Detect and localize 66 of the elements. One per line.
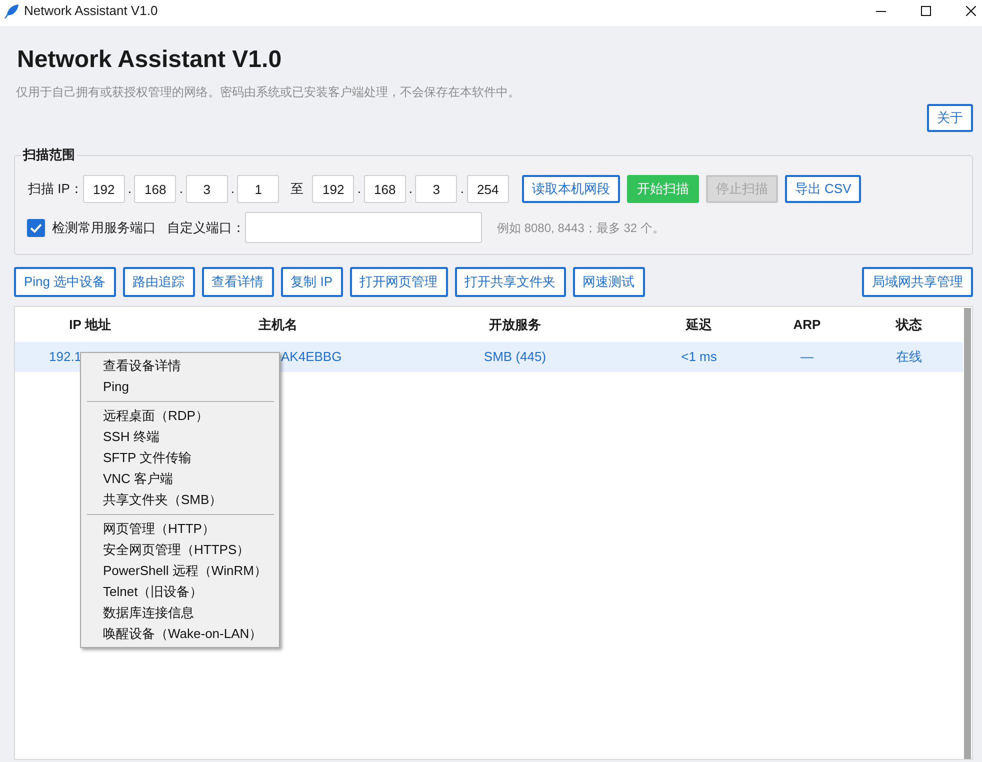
table-cell[interactable]: 192.1: [15, 342, 80, 372]
ip-dot: .: [459, 180, 465, 198]
column-header[interactable]: 开放服务: [391, 308, 639, 342]
menu-item[interactable]: Ping: [81, 376, 279, 397]
toolbar-button[interactable]: 打开共享文件夹: [454, 267, 566, 297]
ip-label: 扫描 IP：: [28, 180, 83, 198]
ip-octet-field[interactable]: 168: [364, 175, 406, 203]
ip-dot: .: [356, 180, 362, 198]
custom-ports-label: 自定义端口：: [167, 218, 245, 237]
column-header[interactable]: 状态: [855, 308, 963, 342]
table-cell[interactable]: <1 ms: [639, 342, 759, 372]
scrollbar[interactable]: [964, 308, 971, 759]
ip-dot: .: [230, 180, 236, 198]
toolbar-button[interactable]: 查看详情: [202, 267, 274, 297]
table-cell[interactable]: SMB (445): [391, 342, 639, 372]
table-cell[interactable]: 在线: [855, 342, 963, 372]
maximize-icon[interactable]: [921, 6, 931, 16]
column-header[interactable]: 延迟: [639, 308, 759, 342]
toolbar-button[interactable]: 复制 IP: [280, 267, 343, 297]
app-heading: Network Assistant V1.0: [17, 45, 283, 75]
column-header[interactable]: 主机名: [165, 308, 391, 342]
close-icon[interactable]: [966, 6, 976, 16]
toolbar-button[interactable]: Ping 选中设备: [14, 267, 116, 297]
ip-octet-field[interactable]: 3: [186, 175, 228, 203]
menu-item[interactable]: 查看设备详情: [81, 355, 279, 376]
toolbar-button[interactable]: 局域网共享管理: [862, 267, 973, 297]
table-cell[interactable]: —: [759, 342, 855, 372]
custom-ports-field[interactable]: [245, 212, 482, 243]
menu-item[interactable]: SFTP 文件传输: [81, 447, 279, 468]
ip-dot: .: [126, 180, 132, 198]
ip-dot: .: [408, 180, 414, 198]
menu-item[interactable]: Telnet（旧设备）: [81, 581, 279, 602]
menu-item[interactable]: 数据库连接信息: [81, 602, 279, 623]
scan-action-button[interactable]: 导出 CSV: [784, 175, 862, 203]
menu-item[interactable]: PowerShell 远程（WinRM）: [81, 560, 279, 581]
ip-octet-field[interactable]: 3: [415, 175, 458, 203]
ip-octet-field[interactable]: 192: [82, 175, 125, 203]
ip-octet-field[interactable]: 168: [134, 175, 176, 203]
menu-item[interactable]: 共享文件夹（SMB）: [81, 489, 279, 510]
toolbar-button[interactable]: 打开网页管理: [350, 267, 448, 297]
disclaimer-text: 仅用于自己拥有或获授权管理的网络。密码由系统或已安装客户端处理，不会保存在本软件中。: [16, 84, 521, 100]
window-title: Network Assistant V1.0: [24, 3, 158, 19]
group-title: 扫描范围: [22, 147, 76, 163]
column-header[interactable]: ARP: [759, 308, 855, 342]
about-button[interactable]: 关于: [927, 104, 973, 132]
minimize-icon[interactable]: [876, 10, 886, 12]
scan-action-button[interactable]: 读取本机网段: [522, 175, 620, 203]
menu-item[interactable]: 安全网页管理（HTTPS）: [81, 539, 279, 560]
menu-item[interactable]: 远程桌面（RDP）: [81, 405, 279, 426]
menu-item[interactable]: SSH 终端: [81, 426, 279, 447]
ip-octet-field[interactable]: 1: [237, 175, 280, 203]
column-header[interactable]: IP 地址: [15, 308, 165, 342]
toolbar-button[interactable]: 路由追踪: [122, 267, 195, 297]
toolbar-button[interactable]: 网速测试: [572, 267, 645, 297]
ports-hint: 例如 8080, 8443；最多 32 个。: [497, 220, 664, 236]
checkbox-label[interactable]: 检测常用服务端口: [52, 218, 156, 238]
checkbox[interactable]: [27, 218, 45, 236]
menu-item[interactable]: VNC 客户端: [81, 468, 279, 489]
menu-item[interactable]: 网页管理（HTTP）: [81, 518, 279, 539]
table-cell[interactable]: AK4EBBG: [280, 342, 391, 372]
ip-octet-field[interactable]: 192: [312, 175, 354, 203]
ip-octet-field[interactable]: 254: [466, 175, 509, 203]
menu-item[interactable]: 唤醒设备（Wake-on-LAN）: [81, 623, 279, 644]
ip-dot: .: [178, 180, 184, 198]
feather-icon: [4, 4, 19, 18]
range-to-label: 至: [290, 180, 304, 198]
